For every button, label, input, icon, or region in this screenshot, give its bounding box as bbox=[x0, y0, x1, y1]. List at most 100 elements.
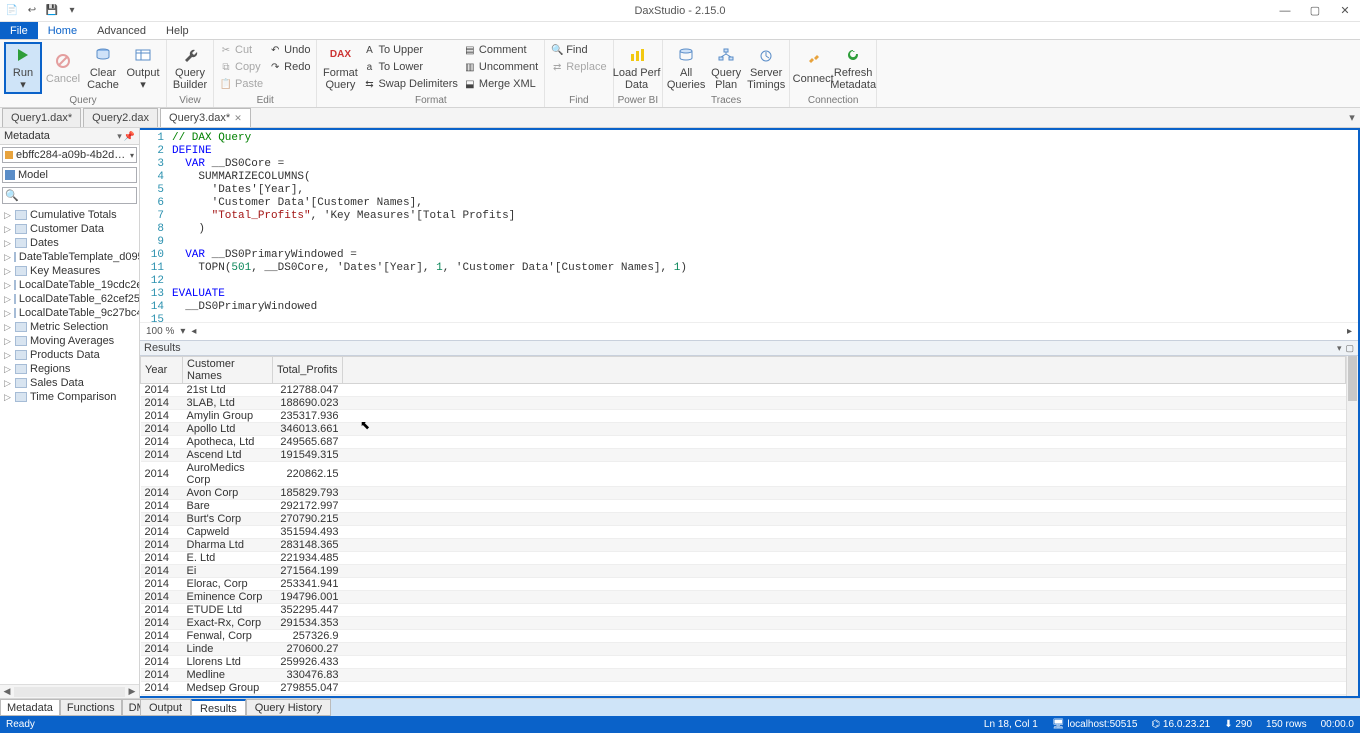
tree-item[interactable]: ▷Regions bbox=[0, 362, 139, 376]
expand-icon[interactable]: ▷ bbox=[4, 350, 12, 361]
expand-icon[interactable]: ▷ bbox=[4, 378, 12, 389]
results-dropdown-icon[interactable]: ▾ bbox=[1337, 343, 1342, 354]
tab-functions[interactable]: Functions bbox=[60, 699, 122, 716]
table-row[interactable]: 2014Llorens Ltd259926.433 bbox=[141, 656, 1346, 669]
results-grid[interactable]: YearCustomer NamesTotal_Profits 201421st… bbox=[140, 356, 1346, 696]
table-row[interactable]: 2014Medline330476.83 bbox=[141, 669, 1346, 682]
table-row[interactable]: 2014AuroMedics Corp220862.15 bbox=[141, 462, 1346, 487]
table-row[interactable]: 2014Fenwal, Corp257326.9 bbox=[141, 630, 1346, 643]
tab-metadata[interactable]: Metadata bbox=[0, 699, 60, 716]
minimize-button[interactable]: — bbox=[1270, 0, 1300, 22]
tree-item[interactable]: ▷LocalDateTable_9c27bc4b- bbox=[0, 306, 139, 320]
expand-icon[interactable]: ▷ bbox=[4, 266, 12, 277]
save-icon[interactable]: 💾 bbox=[44, 3, 60, 19]
column-header[interactable]: Year bbox=[141, 357, 183, 384]
expand-icon[interactable]: ▷ bbox=[4, 322, 12, 333]
model-select[interactable]: Model bbox=[2, 167, 137, 183]
redo-button[interactable]: ↷Redo bbox=[267, 59, 312, 75]
tree-item[interactable]: ▷Key Measures bbox=[0, 264, 139, 278]
doctabs-dropdown[interactable]: ▾ bbox=[1344, 108, 1360, 127]
expand-icon[interactable]: ▷ bbox=[4, 280, 11, 291]
to-upper-button[interactable]: ATo Upper bbox=[361, 42, 459, 58]
all-queries-button[interactable]: All Queries bbox=[667, 42, 705, 94]
server-timings-button[interactable]: Server Timings bbox=[747, 42, 785, 94]
find-button[interactable]: 🔍Find bbox=[549, 42, 608, 58]
tab-help[interactable]: Help bbox=[156, 22, 199, 39]
table-row[interactable]: 201421st Ltd212788.047 bbox=[141, 384, 1346, 397]
code-editor[interactable]: 123456789101112131415161718 // DAX Query… bbox=[140, 130, 1358, 322]
table-row[interactable]: 2014E. Ltd221934.485 bbox=[141, 552, 1346, 565]
scroll-left-icon[interactable]: ◀ bbox=[0, 686, 14, 697]
clear-cache-button[interactable]: Clear Cache bbox=[84, 42, 122, 94]
tree-item[interactable]: ▷LocalDateTable_62cef255-0 bbox=[0, 292, 139, 306]
tab-query-history[interactable]: Query History bbox=[246, 699, 331, 716]
scroll-thumb[interactable] bbox=[1348, 356, 1357, 401]
doc-tab[interactable]: Query3.dax*✕ bbox=[160, 108, 251, 127]
tab-advanced[interactable]: Advanced bbox=[87, 22, 156, 39]
expand-icon[interactable]: ▷ bbox=[4, 364, 12, 375]
qat-dropdown-icon[interactable]: ▾ bbox=[64, 3, 80, 19]
query-plan-button[interactable]: Query Plan bbox=[707, 42, 745, 94]
table-row[interactable]: 2014Apollo Ltd346013.661 bbox=[141, 423, 1346, 436]
tab-output[interactable]: Output bbox=[140, 699, 191, 716]
table-row[interactable]: 2014Apotheca, Ltd249565.687 bbox=[141, 436, 1346, 449]
tab-home[interactable]: Home bbox=[38, 22, 87, 39]
load-perf-button[interactable]: Load Perf Data bbox=[618, 42, 656, 94]
tab-results[interactable]: Results bbox=[191, 699, 246, 716]
uncomment-button[interactable]: ▥Uncomment bbox=[462, 59, 540, 75]
results-vscroll[interactable] bbox=[1346, 356, 1358, 696]
table-row[interactable]: 2014Medsep Group279855.047 bbox=[141, 682, 1346, 695]
table-row[interactable]: 2014Dharma Ltd283148.365 bbox=[141, 539, 1346, 552]
nav-icon[interactable]: ↩ bbox=[24, 3, 40, 19]
scroll-left-small-icon[interactable]: ◂ bbox=[191, 326, 196, 337]
tree-item[interactable]: ▷Metric Selection bbox=[0, 320, 139, 334]
table-row[interactable]: 2014Burt's Corp270790.215 bbox=[141, 513, 1346, 526]
table-row[interactable]: 2014Avon Corp185829.793 bbox=[141, 487, 1346, 500]
merge-xml-button[interactable]: ⬓Merge XML bbox=[462, 76, 540, 92]
table-row[interactable]: 2014Ascend Ltd191549.315 bbox=[141, 449, 1346, 462]
scroll-right-icon[interactable]: ▶ bbox=[125, 686, 139, 697]
table-row[interactable]: 2014Mylan Corp186736.437 bbox=[141, 695, 1346, 697]
refresh-metadata-button[interactable]: Refresh Metadata bbox=[834, 42, 872, 94]
doc-tab[interactable]: Query1.dax* bbox=[2, 108, 81, 127]
tab-file[interactable]: File bbox=[0, 22, 38, 39]
tree-item[interactable]: ▷Sales Data bbox=[0, 376, 139, 390]
swap-delim-button[interactable]: ⇆Swap Delimiters bbox=[361, 76, 459, 92]
database-select[interactable]: ebffc284-a09b-4b2d-a1b8- ▾ bbox=[2, 147, 137, 163]
metadata-search[interactable]: 🔍 bbox=[2, 187, 137, 204]
table-row[interactable]: 2014Eminence Corp194796.001 bbox=[141, 591, 1346, 604]
table-row[interactable]: 2014Amylin Group235317.936 bbox=[141, 410, 1346, 423]
tree-item[interactable]: ▷Customer Data bbox=[0, 222, 139, 236]
tree-item[interactable]: ▷Cumulative Totals bbox=[0, 208, 139, 222]
to-lower-button[interactable]: aTo Lower bbox=[361, 59, 459, 75]
table-row[interactable]: 2014Ei271564.199 bbox=[141, 565, 1346, 578]
expand-icon[interactable]: ▷ bbox=[4, 392, 12, 403]
tree-item[interactable]: ▷Products Data bbox=[0, 348, 139, 362]
column-header[interactable]: Total_Profits bbox=[273, 357, 343, 384]
table-row[interactable]: 2014Capweld351594.493 bbox=[141, 526, 1346, 539]
expand-icon[interactable]: ▷ bbox=[4, 210, 12, 221]
table-row[interactable]: 2014Linde270600.27 bbox=[141, 643, 1346, 656]
column-header[interactable]: Customer Names bbox=[183, 357, 273, 384]
table-row[interactable]: 2014Bare292172.997 bbox=[141, 500, 1346, 513]
format-query-button[interactable]: DAX Format Query bbox=[321, 42, 359, 94]
tree-item[interactable]: ▷Moving Averages bbox=[0, 334, 139, 348]
panel-dropdown-icon[interactable]: ▾ bbox=[117, 131, 122, 142]
undo-button[interactable]: ↶Undo bbox=[267, 42, 312, 58]
tree-item[interactable]: ▷DateTableTemplate_d095fb bbox=[0, 250, 139, 264]
table-row[interactable]: 20143LAB, Ltd188690.023 bbox=[141, 397, 1346, 410]
close-button[interactable]: ✕ bbox=[1330, 0, 1360, 22]
expand-icon[interactable]: ▷ bbox=[4, 224, 12, 235]
expand-icon[interactable]: ▷ bbox=[4, 238, 12, 249]
connect-button[interactable]: Connect bbox=[794, 42, 832, 94]
doc-tab[interactable]: Query2.dax bbox=[83, 108, 158, 127]
tree-item[interactable]: ▷LocalDateTable_19cdc2e1- bbox=[0, 278, 139, 292]
expand-icon[interactable]: ▷ bbox=[4, 308, 11, 319]
expand-icon[interactable]: ▷ bbox=[4, 294, 11, 305]
code-body[interactable]: // DAX QueryDEFINE VAR __DS0Core = SUMMA… bbox=[168, 130, 691, 322]
tree-item[interactable]: ▷Time Comparison bbox=[0, 390, 139, 404]
run-button[interactable]: Run▾ bbox=[4, 42, 42, 94]
properties-icon[interactable]: 📄 bbox=[4, 3, 20, 19]
query-builder-button[interactable]: Query Builder bbox=[171, 42, 209, 94]
table-row[interactable]: 2014Exact-Rx, Corp291534.353 bbox=[141, 617, 1346, 630]
